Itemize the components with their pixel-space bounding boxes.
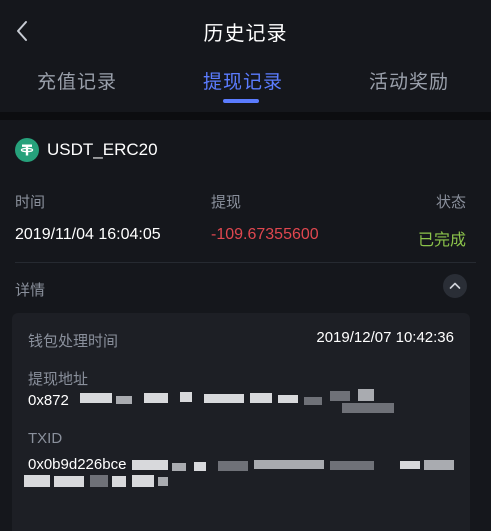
active-tab-indicator — [223, 99, 259, 103]
section-divider — [0, 112, 491, 120]
time-column-label: 时间 — [15, 194, 46, 211]
tab-withdrawal-records[interactable]: 提现记录 — [203, 67, 283, 94]
divider — [15, 262, 476, 263]
address-label: 提现地址 — [28, 371, 89, 388]
status-badge: 已完成 — [417, 232, 466, 249]
address-value: 0x872 — [28, 392, 69, 409]
txid-value: 0x0b9d226bce — [28, 456, 127, 473]
coin-name: USDT_ERC20 — [47, 140, 158, 159]
tab-activity-rewards[interactable]: 活动奖励 — [369, 67, 449, 94]
page-title: 历史记录 — [203, 23, 288, 45]
wallet-time-value: 2019/12/07 10:42:36 — [316, 329, 454, 346]
status-column-label: 状态 — [435, 194, 466, 211]
wallet-time-label: 钱包处理时间 — [28, 333, 119, 350]
details-label: 详情 — [15, 282, 46, 299]
txid-label: TXID — [28, 430, 63, 447]
chevron-up-icon[interactable] — [443, 274, 467, 298]
header: 历史记录 — [0, 0, 491, 60]
details-panel: 钱包处理时间 2019/12/07 10:42:36 提现地址 0x872 TX… — [12, 313, 470, 531]
record-time: 2019/11/04 16:04:05 — [15, 226, 161, 243]
record-amount: -109.67355600 — [211, 226, 319, 243]
tether-icon — [15, 138, 39, 162]
withdraw-column-label: 提现 — [211, 194, 242, 211]
tab-bar: 充值记录 提现记录 活动奖励 — [0, 62, 491, 112]
tab-deposit-records[interactable]: 充值记录 — [37, 67, 117, 94]
